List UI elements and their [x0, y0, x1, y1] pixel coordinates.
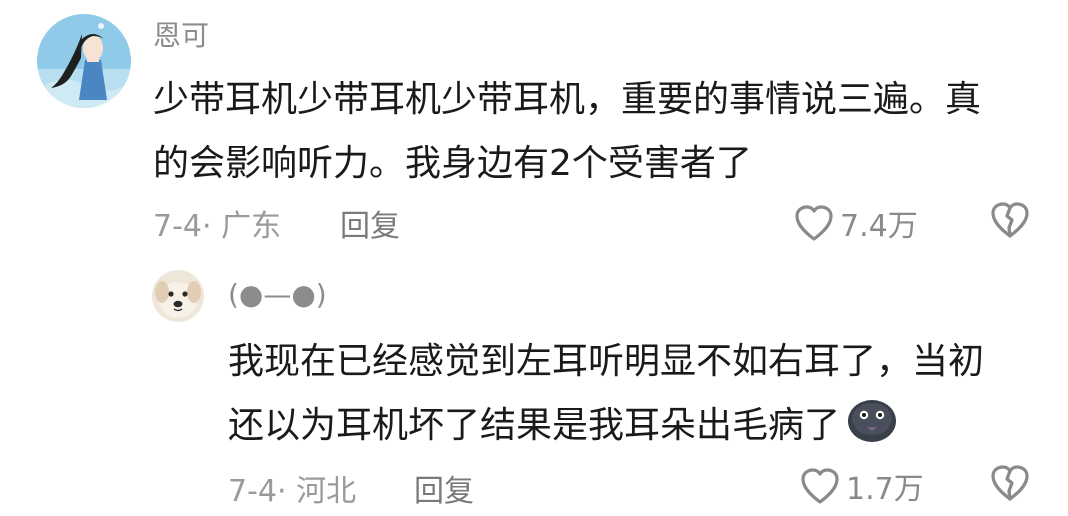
dark-face-emoji-icon: [846, 395, 898, 464]
reply-button[interactable]: 回复: [414, 466, 474, 510]
user-avatar[interactable]: [37, 14, 131, 108]
heart-icon: [795, 205, 833, 241]
like-button[interactable]: 1.7万: [800, 464, 924, 508]
reply-comment-item: (●—●) 我现在已经感觉到左耳听明显不如右耳了，当初 还以为耳机坏了结果是我耳…: [0, 250, 1068, 516]
broken-heart-icon: [991, 202, 1029, 238]
date-location: 7-4· 广东: [153, 209, 282, 244]
username[interactable]: 恩可: [153, 14, 209, 54]
reply-button[interactable]: 回复: [340, 201, 400, 245]
heart-icon: [801, 468, 839, 504]
dislike-button[interactable]: [990, 201, 1030, 243]
comment-item: 恩可 少带耳机少带耳机少带耳机，重要的事情说三遍。真 的会影响听力。我身边有2个…: [0, 0, 1068, 250]
dog-face-avatar-icon: [152, 270, 204, 322]
comment-text-segment: 还以为耳机坏了结果是我耳朵出毛病了: [228, 405, 841, 446]
like-button[interactable]: 7.4万: [794, 201, 918, 245]
comment-text: 我现在已经感觉到左耳听明显不如右耳了，当初 还以为耳机坏了结果是我耳朵出毛病了: [228, 330, 1048, 464]
comment-text-line: 我现在已经感觉到左耳听明显不如右耳了，当初: [228, 341, 985, 382]
dislike-button[interactable]: [990, 464, 1030, 506]
date-location: 7-4· 河北: [228, 474, 357, 509]
comment-text-line: 的会影响听力。我身边有2个受害者了: [153, 143, 752, 184]
broken-heart-icon: [991, 465, 1029, 501]
comment-text-line: 还以为耳机坏了结果是我耳朵出毛病了: [228, 394, 1048, 464]
comment-text: 少带耳机少带耳机少带耳机，重要的事情说三遍。真 的会影响听力。我身边有2个受害者…: [153, 68, 1053, 196]
username[interactable]: (●—●): [228, 278, 327, 311]
girl-with-long-hair-avatar-icon: [37, 14, 131, 108]
like-count: 7.4万: [840, 209, 918, 244]
user-avatar[interactable]: [152, 270, 204, 322]
comment-text-line: 少带耳机少带耳机少带耳机，重要的事情说三遍。真: [153, 79, 982, 120]
like-count: 1.7万: [846, 472, 924, 507]
